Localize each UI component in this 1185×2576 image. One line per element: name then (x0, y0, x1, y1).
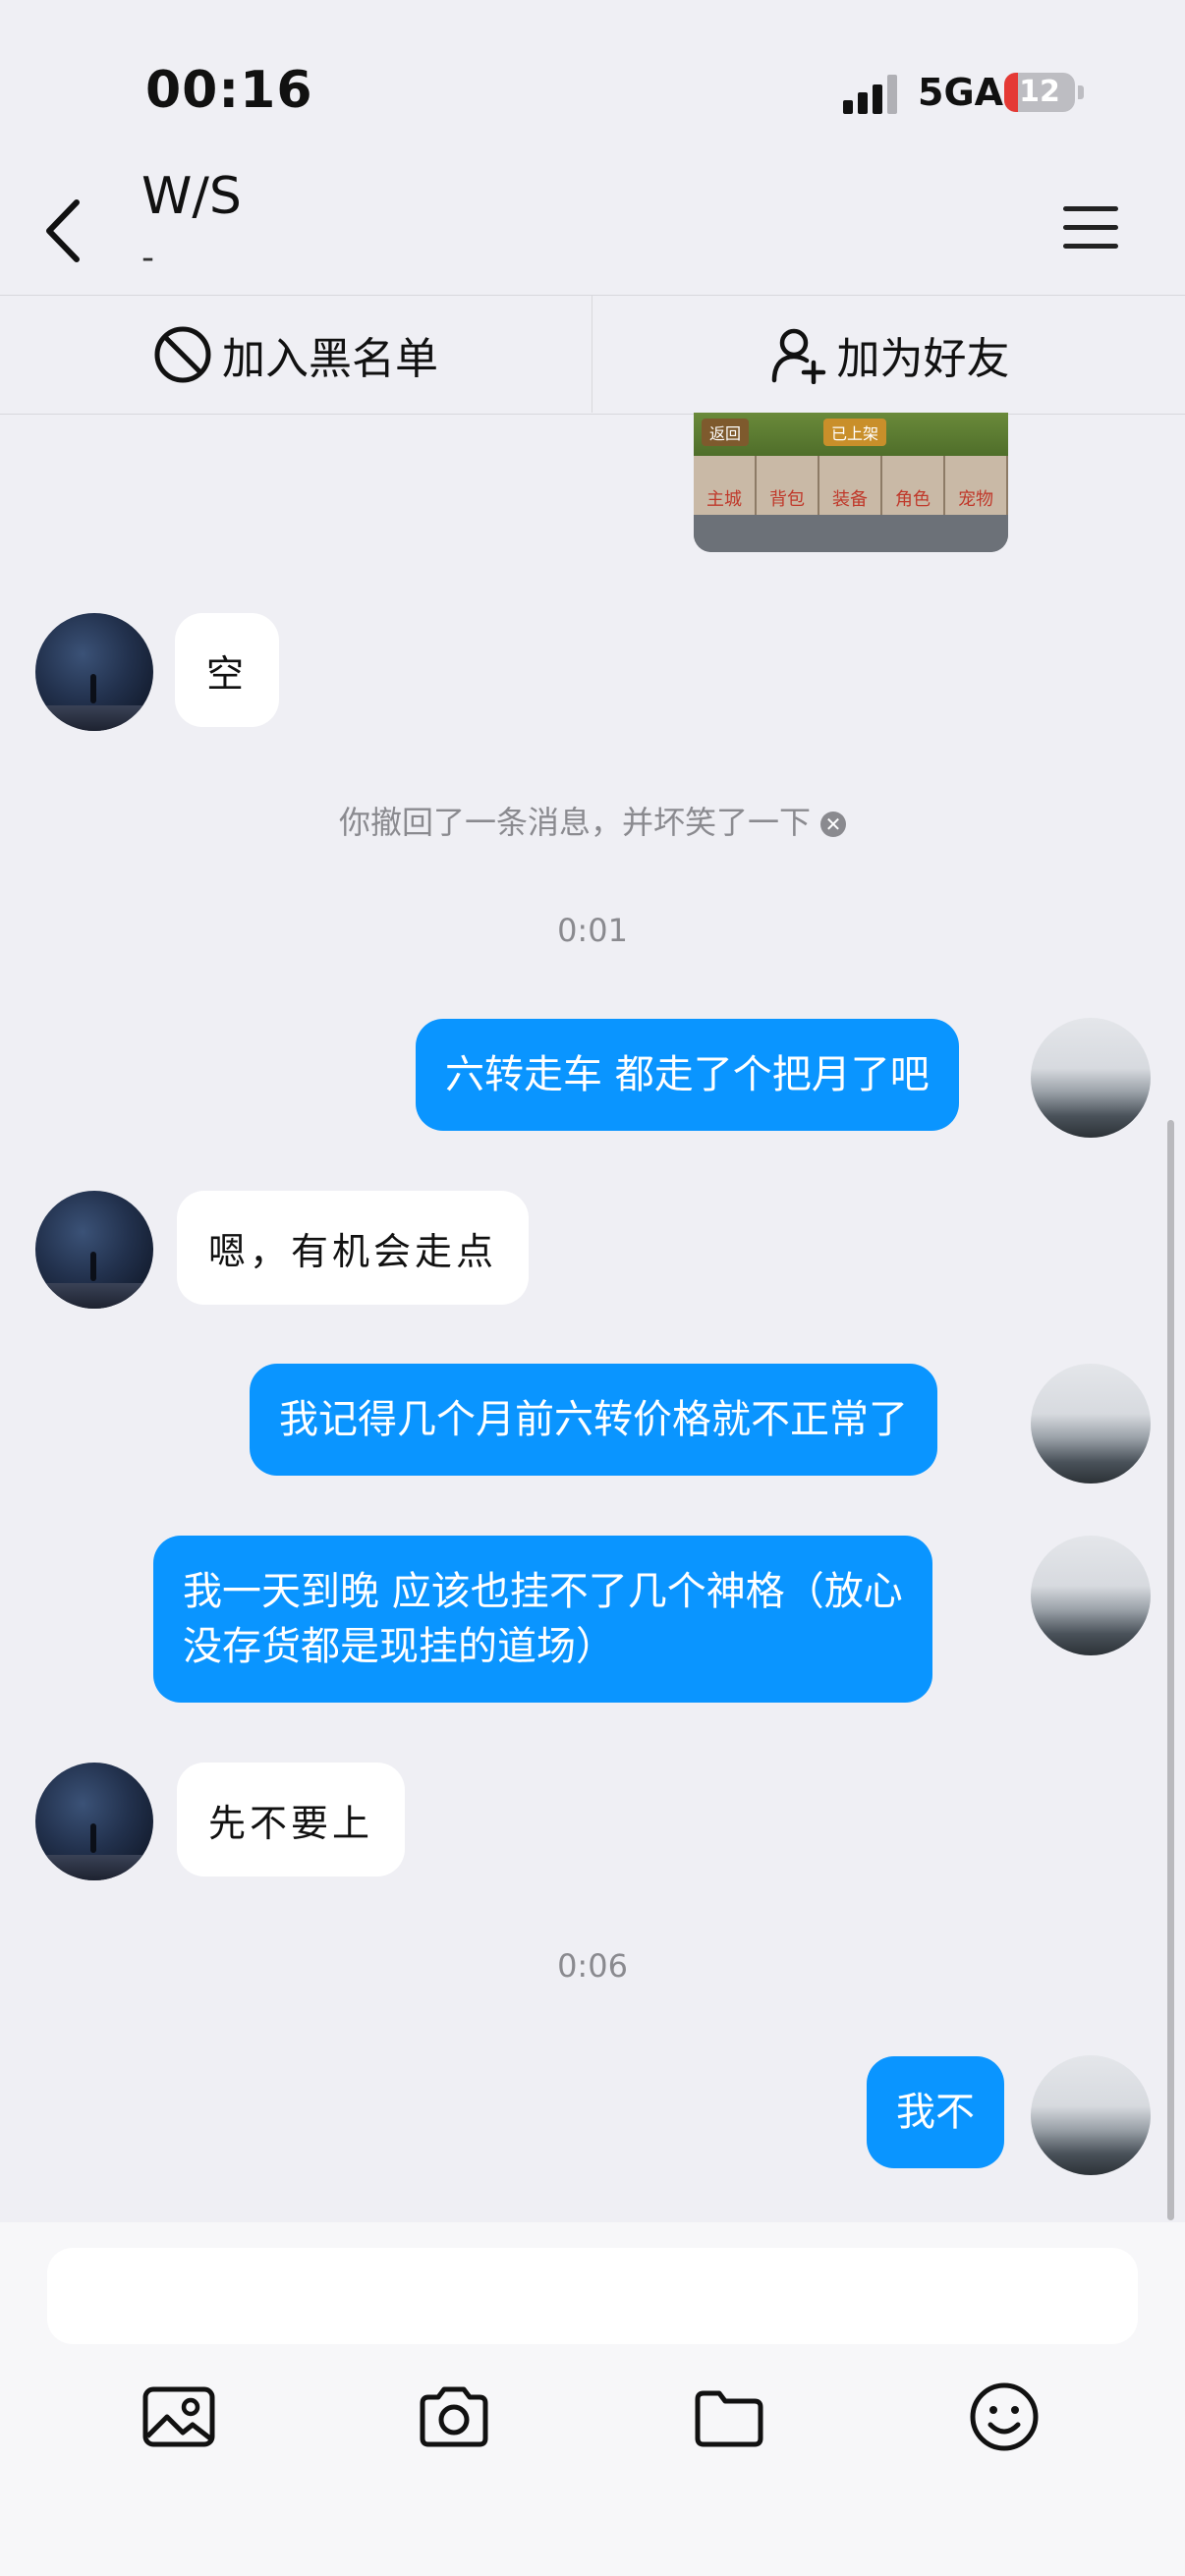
battery-icon: 12 (1004, 73, 1075, 112)
user-avatar[interactable] (1031, 2055, 1151, 2175)
chat-title: W/S (141, 167, 242, 226)
block-icon (154, 326, 211, 383)
emoji-icon[interactable] (965, 2378, 1044, 2456)
outgoing-message[interactable]: 我不 (867, 2056, 1004, 2168)
recall-notice-text: 你撤回了一条消息，并坏笑了一下 (338, 804, 811, 841)
message-input[interactable] (47, 2248, 1138, 2344)
action-bar: 加入黑名单 加为好友 (0, 295, 1185, 415)
battery-level: 12 (1019, 75, 1060, 109)
outgoing-message[interactable]: 我记得几个月前六转价格就不正常了 (250, 1364, 937, 1476)
folder-icon[interactable] (690, 2378, 768, 2456)
add-friend-label: 加为好友 (836, 334, 1010, 384)
incoming-message[interactable]: 嗯，有机会走点 (177, 1191, 530, 1305)
image-tabs: 主城 背包 装备 角色 宠物 (694, 456, 1008, 515)
image-tab: 宠物 (945, 456, 1008, 515)
image-tag-shelf: 已上架 (823, 419, 887, 446)
close-icon[interactable]: ✕ (820, 812, 846, 837)
network-type: 5GA (918, 71, 1004, 114)
timestamp: 0:01 (557, 912, 628, 949)
image-tab: 背包 (757, 456, 819, 515)
image-icon[interactable] (140, 2378, 218, 2456)
user-avatar[interactable] (1031, 1018, 1151, 1138)
block-button[interactable]: 加入黑名单 (0, 296, 592, 414)
image-tab: 角色 (882, 456, 945, 515)
image-tag-back: 返回 (702, 419, 750, 446)
cellular-signal-icon (843, 75, 900, 114)
image-tab: 主城 (694, 456, 757, 515)
user-avatar[interactable] (1031, 1364, 1151, 1484)
add-user-icon (771, 328, 825, 384)
chevron-left-icon[interactable] (37, 196, 96, 265)
timestamp: 0:06 (557, 1947, 628, 1985)
user-avatar[interactable] (1031, 1536, 1151, 1655)
add-friend-button[interactable]: 加为好友 (592, 296, 1185, 414)
image-message[interactable]: 返回 已上架 主城 背包 装备 角色 宠物 (694, 413, 1008, 552)
message-line: 没存货都是现挂的道场） (183, 1624, 615, 1669)
battery-tip (1078, 85, 1084, 99)
image-tab: 装备 (819, 456, 882, 515)
message-line: 我一天到晚 应该也挂不了几个神格（放心 (183, 1569, 903, 1614)
recall-notice: 你撤回了一条消息，并坏笑了一下 ✕ (0, 798, 1185, 843)
status-time: 00:16 (145, 61, 313, 120)
contact-avatar[interactable] (35, 613, 153, 731)
hamburger-menu-icon[interactable] (1063, 206, 1118, 250)
outgoing-message[interactable]: 我一天到晚 应该也挂不了几个神格（放心 没存货都是现挂的道场） (153, 1536, 932, 1703)
contact-avatar[interactable] (35, 1763, 153, 1880)
camera-icon[interactable] (415, 2378, 493, 2456)
chat-subtitle: - (141, 238, 154, 278)
incoming-message[interactable]: 先不要上 (177, 1763, 406, 1876)
incoming-message[interactable]: 空 (175, 613, 280, 727)
scrollbar[interactable] (1167, 1120, 1174, 2220)
outgoing-message[interactable]: 六转走车 都走了个把月了吧 (416, 1019, 959, 1131)
block-label: 加入黑名单 (222, 334, 438, 384)
contact-avatar[interactable] (35, 1191, 153, 1309)
